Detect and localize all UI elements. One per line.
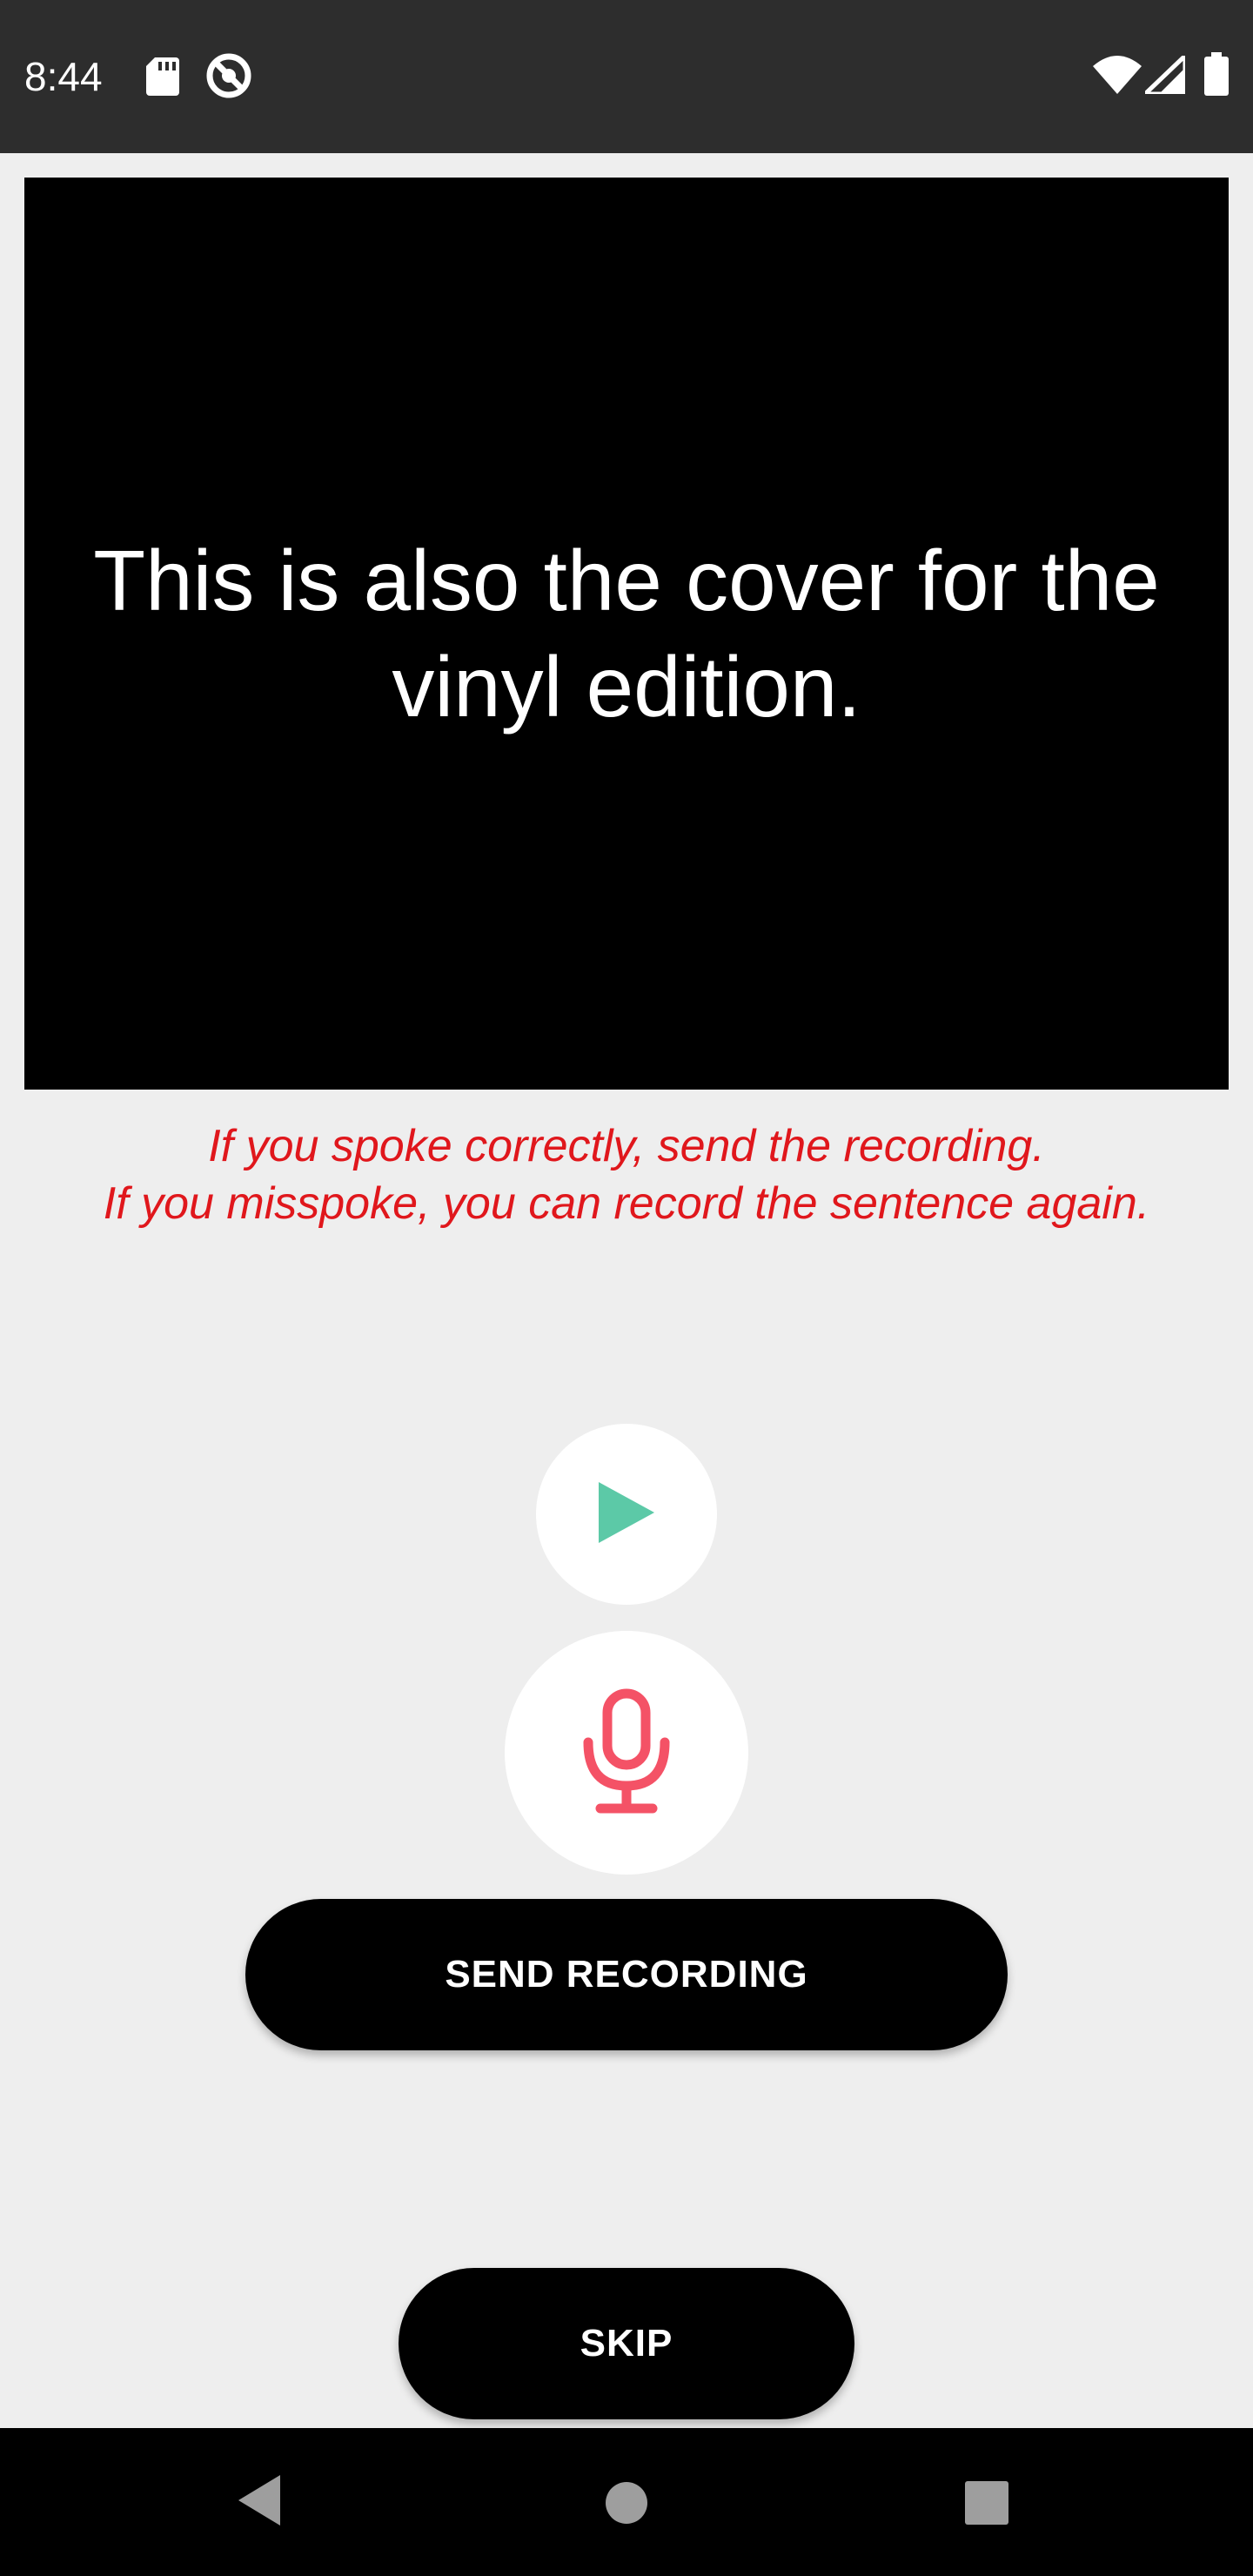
skip-button[interactable]: SKIP: [399, 2268, 854, 2419]
instructions: If you spoke correctly, send the recordi…: [0, 1117, 1253, 1232]
home-icon[interactable]: [604, 2480, 649, 2530]
play-icon: [595, 1479, 658, 1551]
instruction-line-1: If you spoke correctly, send the recordi…: [208, 1121, 1045, 1171]
record-button[interactable]: [505, 1631, 748, 1875]
sentence-card: This is also the cover for the vinyl edi…: [24, 178, 1229, 1090]
do-not-disturb-icon: [205, 52, 252, 104]
sentence-text: This is also the cover for the vinyl edi…: [93, 533, 1160, 735]
status-bar: 8:44: [0, 0, 1253, 153]
sd-card-icon: [146, 57, 179, 100]
battery-icon: [1204, 52, 1229, 100]
recents-icon[interactable]: [964, 2480, 1009, 2530]
wifi-icon: [1093, 56, 1142, 98]
status-time: 8:44: [24, 54, 103, 99]
play-button[interactable]: [536, 1424, 717, 1605]
cell-signal-icon: [1139, 50, 1188, 98]
microphone-icon: [581, 1688, 672, 1818]
instruction-line-2: If you misspoke, you can record the sent…: [103, 1178, 1150, 1229]
send-recording-label: SEND RECORDING: [445, 1953, 808, 1996]
send-recording-button[interactable]: SEND RECORDING: [245, 1899, 1008, 2050]
back-icon[interactable]: [235, 2472, 284, 2533]
skip-label: SKIP: [580, 2322, 673, 2365]
